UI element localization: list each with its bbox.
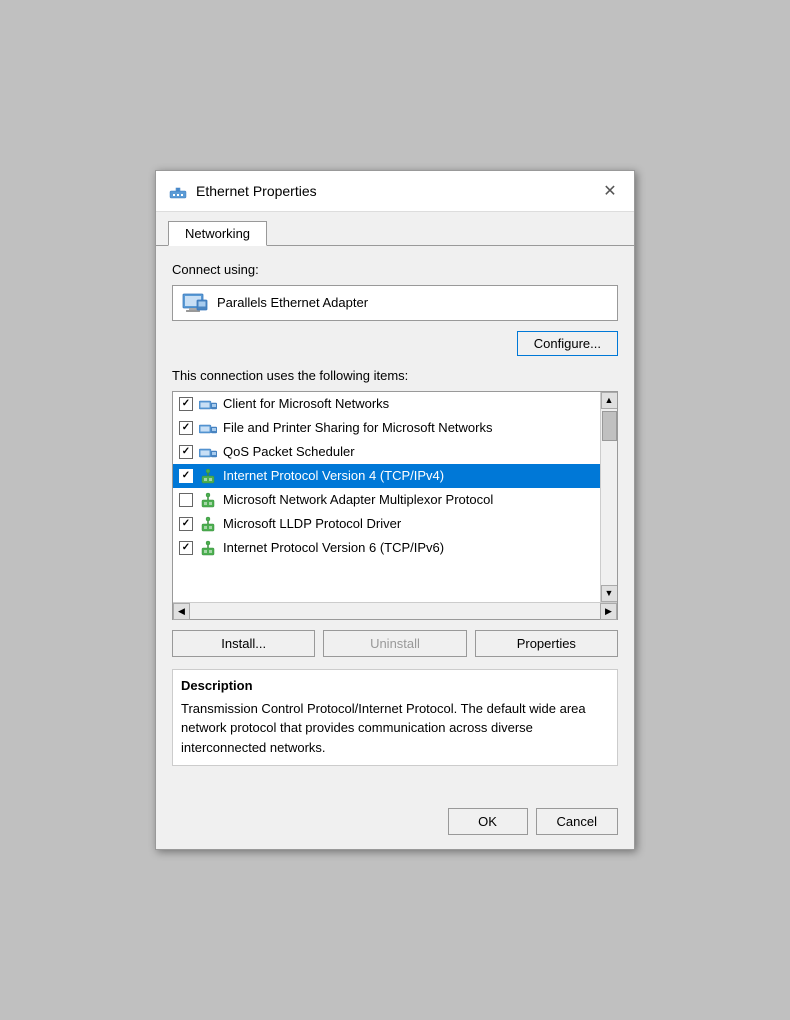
item-label: Internet Protocol Version 4 (TCP/IPv4) [223, 468, 444, 483]
description-title: Description [181, 678, 609, 693]
list-item[interactable]: File and Printer Sharing for Microsoft N… [173, 416, 600, 440]
items-label: This connection uses the following items… [172, 368, 618, 383]
action-buttons-row: Install... Uninstall Properties [172, 630, 618, 657]
install-button[interactable]: Install... [172, 630, 315, 657]
close-button[interactable]: ✕ [598, 179, 622, 203]
items-list-container: Client for Microsoft Networks [173, 392, 617, 602]
checkbox-multiplexor[interactable] [179, 493, 193, 507]
item-label: Client for Microsoft Networks [223, 396, 389, 411]
dialog-body: Connect using: Parallels Ethernet Adapte… [156, 246, 634, 799]
description-text: Transmission Control Protocol/Internet P… [181, 699, 609, 758]
adapter-name: Parallels Ethernet Adapter [217, 295, 368, 310]
list-item[interactable]: Client for Microsoft Networks [173, 392, 600, 416]
scroll-right-arrow[interactable]: ▶ [600, 603, 617, 620]
item-label: Microsoft LLDP Protocol Driver [223, 516, 401, 531]
ethernet-properties-dialog: Ethernet Properties ✕ Networking Connect… [155, 170, 635, 851]
network-icon-blue [199, 395, 217, 413]
items-list[interactable]: Client for Microsoft Networks [173, 392, 600, 602]
checkbox-client-networks[interactable] [179, 397, 193, 411]
list-item[interactable]: Internet Protocol Version 6 (TCP/IPv6) [173, 536, 600, 560]
description-group: Description Transmission Control Protoco… [172, 669, 618, 767]
list-item-selected[interactable]: Internet Protocol Version 4 (TCP/IPv4) [173, 464, 600, 488]
configure-row: Configure... [172, 331, 618, 356]
network-icon-blue [199, 443, 217, 461]
scroll-down-arrow[interactable]: ▼ [601, 585, 618, 602]
scroll-left-arrow[interactable]: ◀ [173, 603, 190, 620]
checkbox-lldp[interactable] [179, 517, 193, 531]
list-item[interactable]: QoS Packet Scheduler [173, 440, 600, 464]
horizontal-scrollbar[interactable]: ◀ ▶ [173, 602, 617, 619]
properties-button[interactable]: Properties [475, 630, 618, 657]
list-item[interactable]: Microsoft Network Adapter Multiplexor Pr… [173, 488, 600, 512]
network-icon-green [199, 515, 217, 533]
cancel-button[interactable]: Cancel [536, 808, 618, 835]
checkbox-ipv6[interactable] [179, 541, 193, 555]
ok-button[interactable]: OK [448, 808, 528, 835]
adapter-icon [181, 292, 209, 314]
network-icon-green [199, 467, 217, 485]
tab-networking[interactable]: Networking [168, 221, 267, 246]
title-bar: Ethernet Properties ✕ [156, 171, 634, 212]
adapter-box: Parallels Ethernet Adapter [172, 285, 618, 321]
checkbox-qos[interactable] [179, 445, 193, 459]
tab-bar: Networking [156, 212, 634, 246]
item-label: QoS Packet Scheduler [223, 444, 355, 459]
network-icon-blue [199, 419, 217, 437]
dialog-footer: OK Cancel [156, 798, 634, 849]
title-bar-left: Ethernet Properties [168, 181, 317, 201]
vertical-scrollbar[interactable]: ▲ ▼ [600, 392, 617, 602]
network-adapter-icon [168, 181, 188, 201]
scroll-up-arrow[interactable]: ▲ [601, 392, 618, 409]
item-label: Microsoft Network Adapter Multiplexor Pr… [223, 492, 493, 507]
item-label: Internet Protocol Version 6 (TCP/IPv6) [223, 540, 444, 555]
uninstall-button[interactable]: Uninstall [323, 630, 466, 657]
connect-using-label: Connect using: [172, 262, 618, 277]
configure-button[interactable]: Configure... [517, 331, 618, 356]
buttons-row: Install... Uninstall Properties [172, 630, 618, 657]
scroll-thumb[interactable] [602, 411, 617, 441]
network-icon-green [199, 539, 217, 557]
item-label: File and Printer Sharing for Microsoft N… [223, 420, 492, 435]
h-scroll-track [190, 603, 600, 619]
network-icon-green [199, 491, 217, 509]
window-title: Ethernet Properties [196, 183, 317, 199]
checkbox-printer-sharing[interactable] [179, 421, 193, 435]
checkbox-ipv4[interactable] [179, 469, 193, 483]
list-item[interactable]: Microsoft LLDP Protocol Driver [173, 512, 600, 536]
